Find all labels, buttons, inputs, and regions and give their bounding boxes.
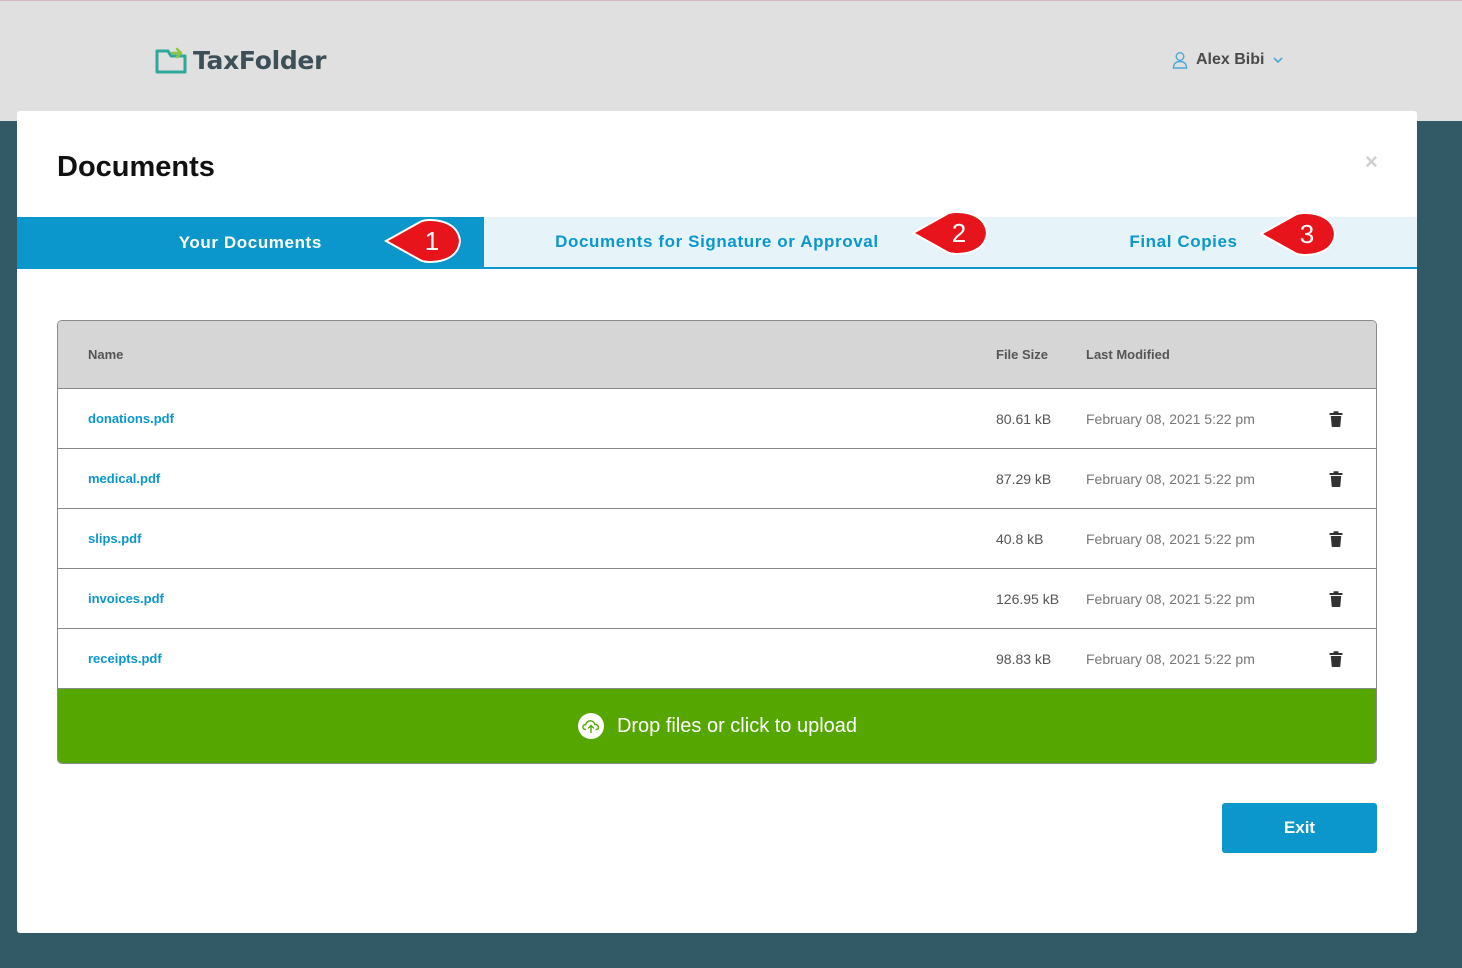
cloud-upload-icon: [577, 713, 604, 739]
callout-number-3: 3: [1300, 219, 1314, 249]
table-row: invoices.pdf 126.95 kB February 08, 2021…: [58, 569, 1376, 629]
file-size: 126.95 kB: [996, 590, 1060, 607]
file-link[interactable]: receipts.pdf: [88, 651, 162, 666]
file-size: 98.83 kB: [996, 650, 1052, 667]
file-modified: February 08, 2021 5:22 pm: [1086, 410, 1255, 427]
file-link[interactable]: donations.pdf: [88, 411, 174, 426]
trash-icon[interactable]: [1329, 410, 1343, 427]
file-size: 40.8 kB: [996, 530, 1044, 547]
trash-icon[interactable]: [1329, 650, 1343, 667]
column-header-size[interactable]: File Size: [996, 347, 1086, 362]
folder-arrow-icon: [155, 47, 187, 73]
user-menu[interactable]: Alex Bibi: [1172, 51, 1284, 69]
tab-signature-approval[interactable]: Documents for Signature or Approval: [484, 217, 951, 267]
file-link[interactable]: slips.pdf: [88, 531, 141, 546]
column-header-modified[interactable]: Last Modified: [1086, 347, 1296, 362]
documents-table: Name File Size Last Modified donations.p…: [57, 320, 1377, 764]
file-size: 87.29 kB: [996, 470, 1052, 487]
user-icon: [1172, 52, 1188, 69]
column-header-name[interactable]: Name: [58, 347, 996, 362]
file-modified: February 08, 2021 5:22 pm: [1086, 530, 1255, 547]
callout-number-2: 2: [952, 218, 966, 248]
brand-name: TaxFolder: [193, 46, 327, 75]
file-modified: February 08, 2021 5:22 pm: [1086, 650, 1255, 667]
file-modified: February 08, 2021 5:22 pm: [1086, 590, 1255, 607]
table-row: donations.pdf 80.61 kB February 08, 2021…: [58, 389, 1376, 449]
callout-number-1: 1: [425, 226, 439, 256]
chevron-down-icon: [1273, 57, 1284, 64]
callout-marker-3: 3: [1258, 212, 1337, 256]
table-row: medical.pdf 87.29 kB February 08, 2021 5…: [58, 449, 1376, 509]
callout-marker-1: 1: [383, 219, 462, 263]
tab-final-copies[interactable]: Final Copies: [950, 217, 1417, 267]
trash-icon[interactable]: [1329, 590, 1343, 607]
trash-icon[interactable]: [1329, 530, 1343, 547]
table-row: receipts.pdf 98.83 kB February 08, 2021 …: [58, 629, 1376, 689]
file-modified: February 08, 2021 5:22 pm: [1086, 470, 1255, 487]
user-name: Alex Bibi: [1196, 51, 1265, 68]
close-icon[interactable]: ×: [1365, 149, 1378, 175]
exit-button[interactable]: Exit: [1222, 803, 1377, 853]
top-bar: TaxFolder Alex Bibi: [0, 0, 1462, 121]
file-link[interactable]: medical.pdf: [88, 471, 160, 486]
taxfolder-logo[interactable]: TaxFolder: [155, 46, 326, 75]
file-size: 80.61 kB: [996, 410, 1052, 427]
trash-icon[interactable]: [1329, 470, 1343, 487]
document-tabs: Your Documents Documents for Signature o…: [17, 217, 1417, 269]
upload-label: Drop files or click to upload: [616, 714, 858, 737]
upload-dropzone[interactable]: Drop files or click to upload: [58, 689, 1376, 763]
modal-title: Documents: [57, 151, 215, 183]
callout-marker-2: 2: [910, 211, 989, 255]
documents-modal: Documents × Your Documents Documents for…: [17, 111, 1417, 933]
table-header: Name File Size Last Modified: [58, 321, 1376, 389]
file-link[interactable]: invoices.pdf: [88, 591, 164, 606]
table-row: slips.pdf 40.8 kB February 08, 2021 5:22…: [58, 509, 1376, 569]
